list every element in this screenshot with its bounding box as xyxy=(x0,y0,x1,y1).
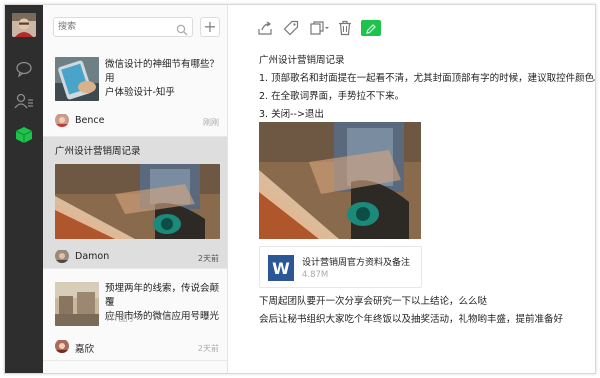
search-box[interactable] xyxy=(53,17,193,37)
avatar xyxy=(55,113,69,127)
note-source: TIT圈子 xyxy=(105,314,137,324)
note-thumbnail xyxy=(55,282,99,326)
note-image[interactable] xyxy=(259,122,421,239)
author-name: 嘉欣 xyxy=(75,344,95,355)
share-icon[interactable] xyxy=(257,20,273,36)
list-item[interactable]: 广州设计营销周记录 Damon 2天前 xyxy=(43,137,227,269)
note-detail: 广州设计营销周记录 1. 顶部歌名和封面提在一起看不清，尤其封面顶部有字的时候，… xyxy=(229,5,595,373)
user-avatar[interactable] xyxy=(12,13,36,37)
chat-bubble-icon[interactable] xyxy=(14,59,34,79)
list-item[interactable]: 微信设计的神细节有哪些？用 户体验设计-知乎 Bence 刚刚 xyxy=(43,48,227,137)
tag-icon[interactable] xyxy=(283,20,299,36)
app-window: + 微信设计的神细节有哪些？用 户体验设计-知乎 Bence 刚刚 xyxy=(4,4,596,374)
left-rail xyxy=(5,5,43,373)
edit-button[interactable] xyxy=(361,20,381,36)
note-list: + 微信设计的神细节有哪些？用 户体验设计-知乎 Bence 刚刚 xyxy=(43,5,228,373)
pencil-icon xyxy=(366,19,376,38)
note-time: 刚刚 xyxy=(203,118,219,127)
note-time: 2天前 xyxy=(197,254,219,263)
word-doc-icon: W xyxy=(268,255,294,281)
trash-icon[interactable] xyxy=(337,20,353,36)
notes-cube-icon[interactable] xyxy=(14,125,34,145)
list-item[interactable]: 预埋两年的线索，传说会颠覆 应用市场的微信应用号曝光 TIT圈子 嘉欣 2天前 xyxy=(43,269,227,361)
attachment-card[interactable]: W 设计营销周官方资料及备注 4.87M xyxy=(259,246,422,288)
note-title-line: 预埋两年的线索，传说会颠覆 xyxy=(105,283,220,308)
search-input[interactable] xyxy=(58,19,168,35)
copy-icon[interactable] xyxy=(309,20,329,36)
note-detail-title: 广州设计营销周记录 xyxy=(259,55,345,66)
note-time: 2天前 xyxy=(197,344,219,353)
note-title-line: 微信设计的神细节有哪些？用 xyxy=(105,59,220,84)
author-name: Bence xyxy=(75,115,105,126)
detail-paragraph: 下周起团队要开一次分享会研究一下以上结论，么么哒 xyxy=(259,296,488,307)
attachment-size: 4.87M xyxy=(302,270,329,280)
note-title-line: 户体验设计-知乎 xyxy=(105,87,175,98)
avatar xyxy=(55,249,69,263)
detail-list-item: 3. 关闭-->退出 xyxy=(259,109,324,120)
detail-list-item: 2. 在全歌词界面，手势拉不下来。 xyxy=(259,91,405,102)
note-title: 广州设计营销周记录 xyxy=(55,146,141,157)
note-title: 微信设计的神细节有哪些？用 户体验设计-知乎 xyxy=(105,58,227,100)
detail-list-item: 1. 顶部歌名和封面提在一起看不清，尤其封面顶部有字的时候，建议取控件颜色。 xyxy=(259,73,596,84)
author-name: Damon xyxy=(75,251,110,262)
note-thumbnail xyxy=(55,57,99,101)
search-icon[interactable] xyxy=(176,21,188,36)
detail-paragraph: 会后让秘书组织大家吃个年终饭以及抽奖活动，礼物哟丰盛，提前准备好 xyxy=(259,314,564,325)
add-note-button[interactable]: + xyxy=(200,17,220,37)
note-thumbnail xyxy=(55,164,220,239)
attachment-name: 设计营销周官方资料及备注 xyxy=(302,258,411,268)
contacts-icon[interactable] xyxy=(14,91,34,111)
avatar xyxy=(55,339,69,353)
